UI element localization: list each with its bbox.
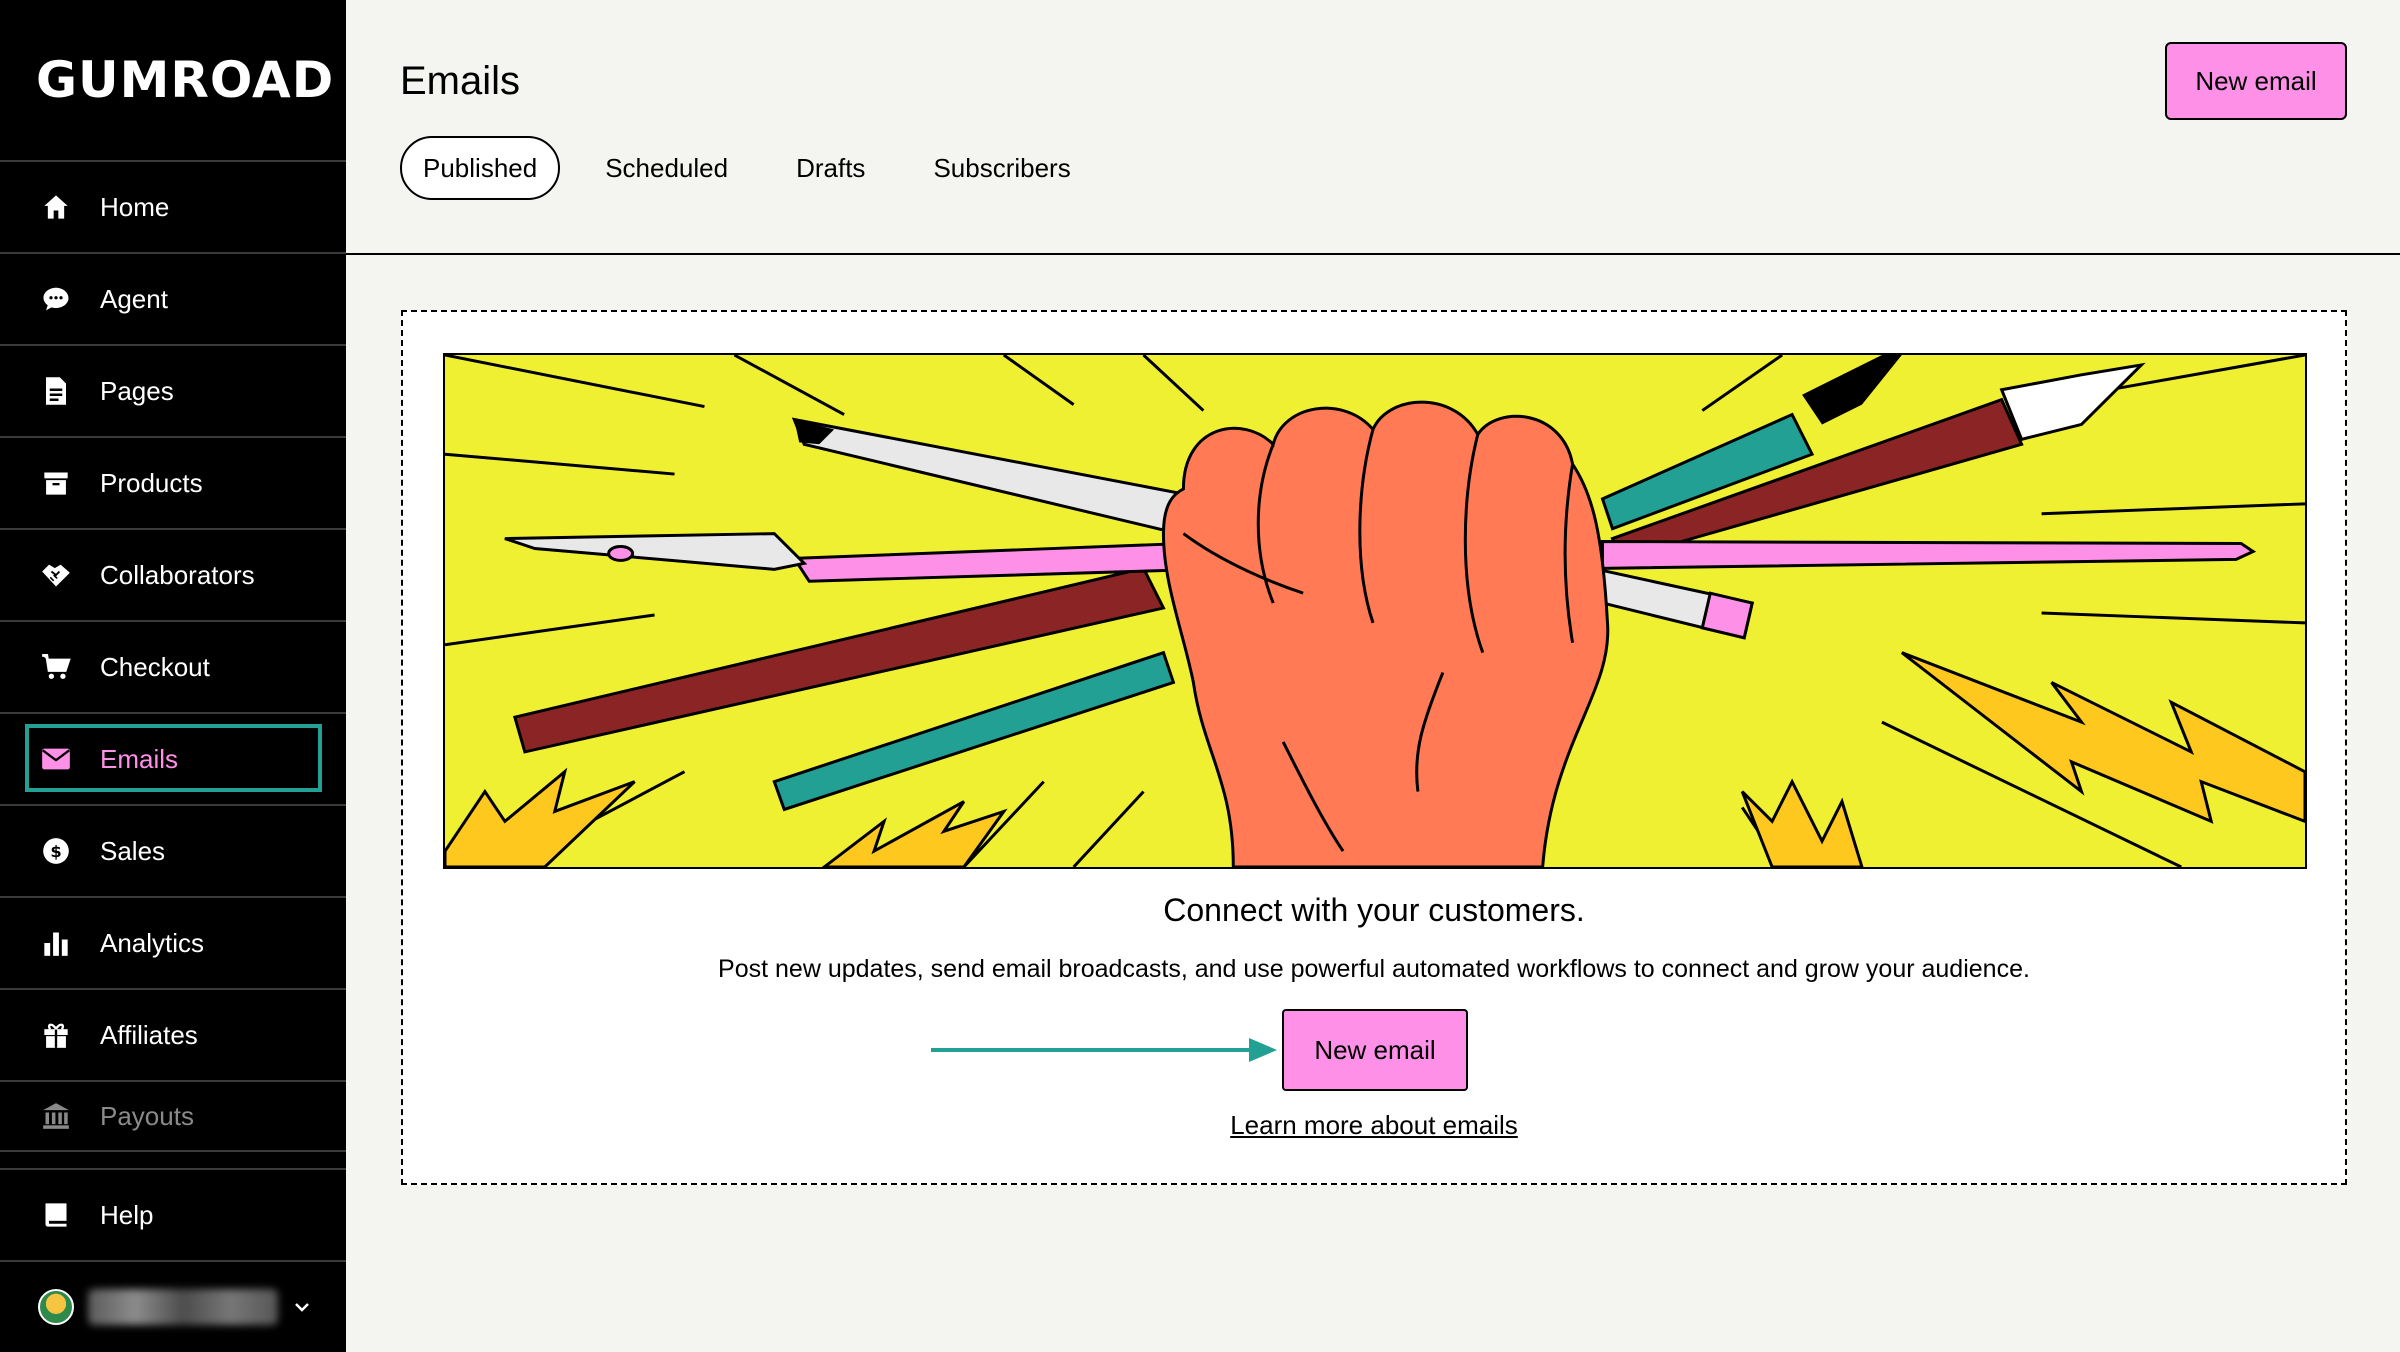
sidebar-item-label: Emails (100, 743, 179, 774)
bank-icon (40, 1100, 72, 1132)
sidebar-item-home[interactable]: Home (0, 162, 346, 254)
page-header: Emails New email Published Scheduled Dra… (346, 0, 2400, 255)
sidebar-item-affiliates[interactable]: Affiliates (0, 990, 346, 1082)
dollar-circle-icon: $ (40, 835, 72, 867)
sidebar-item-label: Pages (100, 375, 174, 406)
avatar (38, 1289, 74, 1325)
sidebar-item-label: Help (100, 1199, 154, 1230)
envelope-icon (40, 743, 72, 775)
new-email-button[interactable]: New email (1282, 1009, 1468, 1091)
account-name-redacted (88, 1289, 278, 1325)
sidebar-item-pages[interactable]: Pages (0, 346, 346, 438)
sidebar-item-label: Agent (100, 283, 168, 314)
archive-box-icon (40, 467, 72, 499)
tab-drafts[interactable]: Drafts (773, 136, 888, 200)
sidebar-footer: Help (0, 1168, 346, 1262)
sidebar-item-label: Checkout (100, 651, 210, 682)
sidebar-item-payouts[interactable]: Payouts (0, 1082, 346, 1152)
new-email-button[interactable]: New email (2165, 42, 2347, 120)
fist-with-pencils-illustration (445, 355, 2305, 867)
sidebar-item-label: Payouts (100, 1100, 194, 1131)
arrow-right-icon (931, 1038, 1277, 1062)
sidebar-nav: Home Agent Pages Products Collaborators (0, 162, 346, 1152)
learn-more-link[interactable]: Learn more about emails (403, 1108, 2345, 1142)
sidebar-item-emails[interactable]: Emails (0, 714, 346, 806)
book-icon (40, 1199, 72, 1231)
document-icon (40, 375, 72, 407)
sidebar-item-sales[interactable]: $ Sales (0, 806, 346, 898)
bar-chart-icon (40, 927, 72, 959)
sidebar-item-label: Affiliates (100, 1019, 198, 1050)
chat-bubble-icon (40, 283, 72, 315)
handshake-icon (40, 559, 72, 591)
sidebar-item-label: Analytics (100, 927, 205, 958)
sidebar-item-analytics[interactable]: Analytics (0, 898, 346, 990)
sidebar-item-products[interactable]: Products (0, 438, 346, 530)
hero-illustration (443, 353, 2307, 869)
sidebar-item-checkout[interactable]: Checkout (0, 622, 346, 714)
sidebar-item-collaborators[interactable]: Collaborators (0, 530, 346, 622)
chevron-down-icon (292, 1297, 312, 1317)
tab-scheduled[interactable]: Scheduled (582, 136, 751, 200)
sidebar-item-label: Sales (100, 835, 166, 866)
svg-text:$: $ (50, 842, 61, 861)
home-icon (40, 191, 72, 223)
sidebar: GUMROAD Home Agent Pages Products Collab… (0, 0, 346, 1352)
sidebar-item-help[interactable]: Help (0, 1170, 346, 1262)
tab-published[interactable]: Published (400, 136, 561, 200)
gift-icon (40, 1019, 72, 1051)
cart-icon (40, 651, 72, 683)
sidebar-item-agent[interactable]: Agent (0, 254, 346, 346)
empty-state-heading: Connect with your customers. (1163, 892, 1585, 928)
empty-state-description: Post new updates, send email broadcasts,… (718, 955, 2030, 983)
page-title: Emails (400, 59, 521, 103)
sidebar-item-label: Home (100, 191, 170, 222)
tab-bar: Published Scheduled Drafts Subscribers (400, 136, 1116, 200)
empty-state-card: Connect with your customers. Post new up… (401, 310, 2347, 1185)
tab-subscribers[interactable]: Subscribers (910, 136, 1093, 200)
account-menu[interactable] (0, 1262, 346, 1352)
sidebar-item-label: Collaborators (100, 559, 255, 590)
gumroad-logo[interactable]: GUMROAD (36, 52, 333, 108)
sidebar-item-label: Products (100, 467, 203, 498)
